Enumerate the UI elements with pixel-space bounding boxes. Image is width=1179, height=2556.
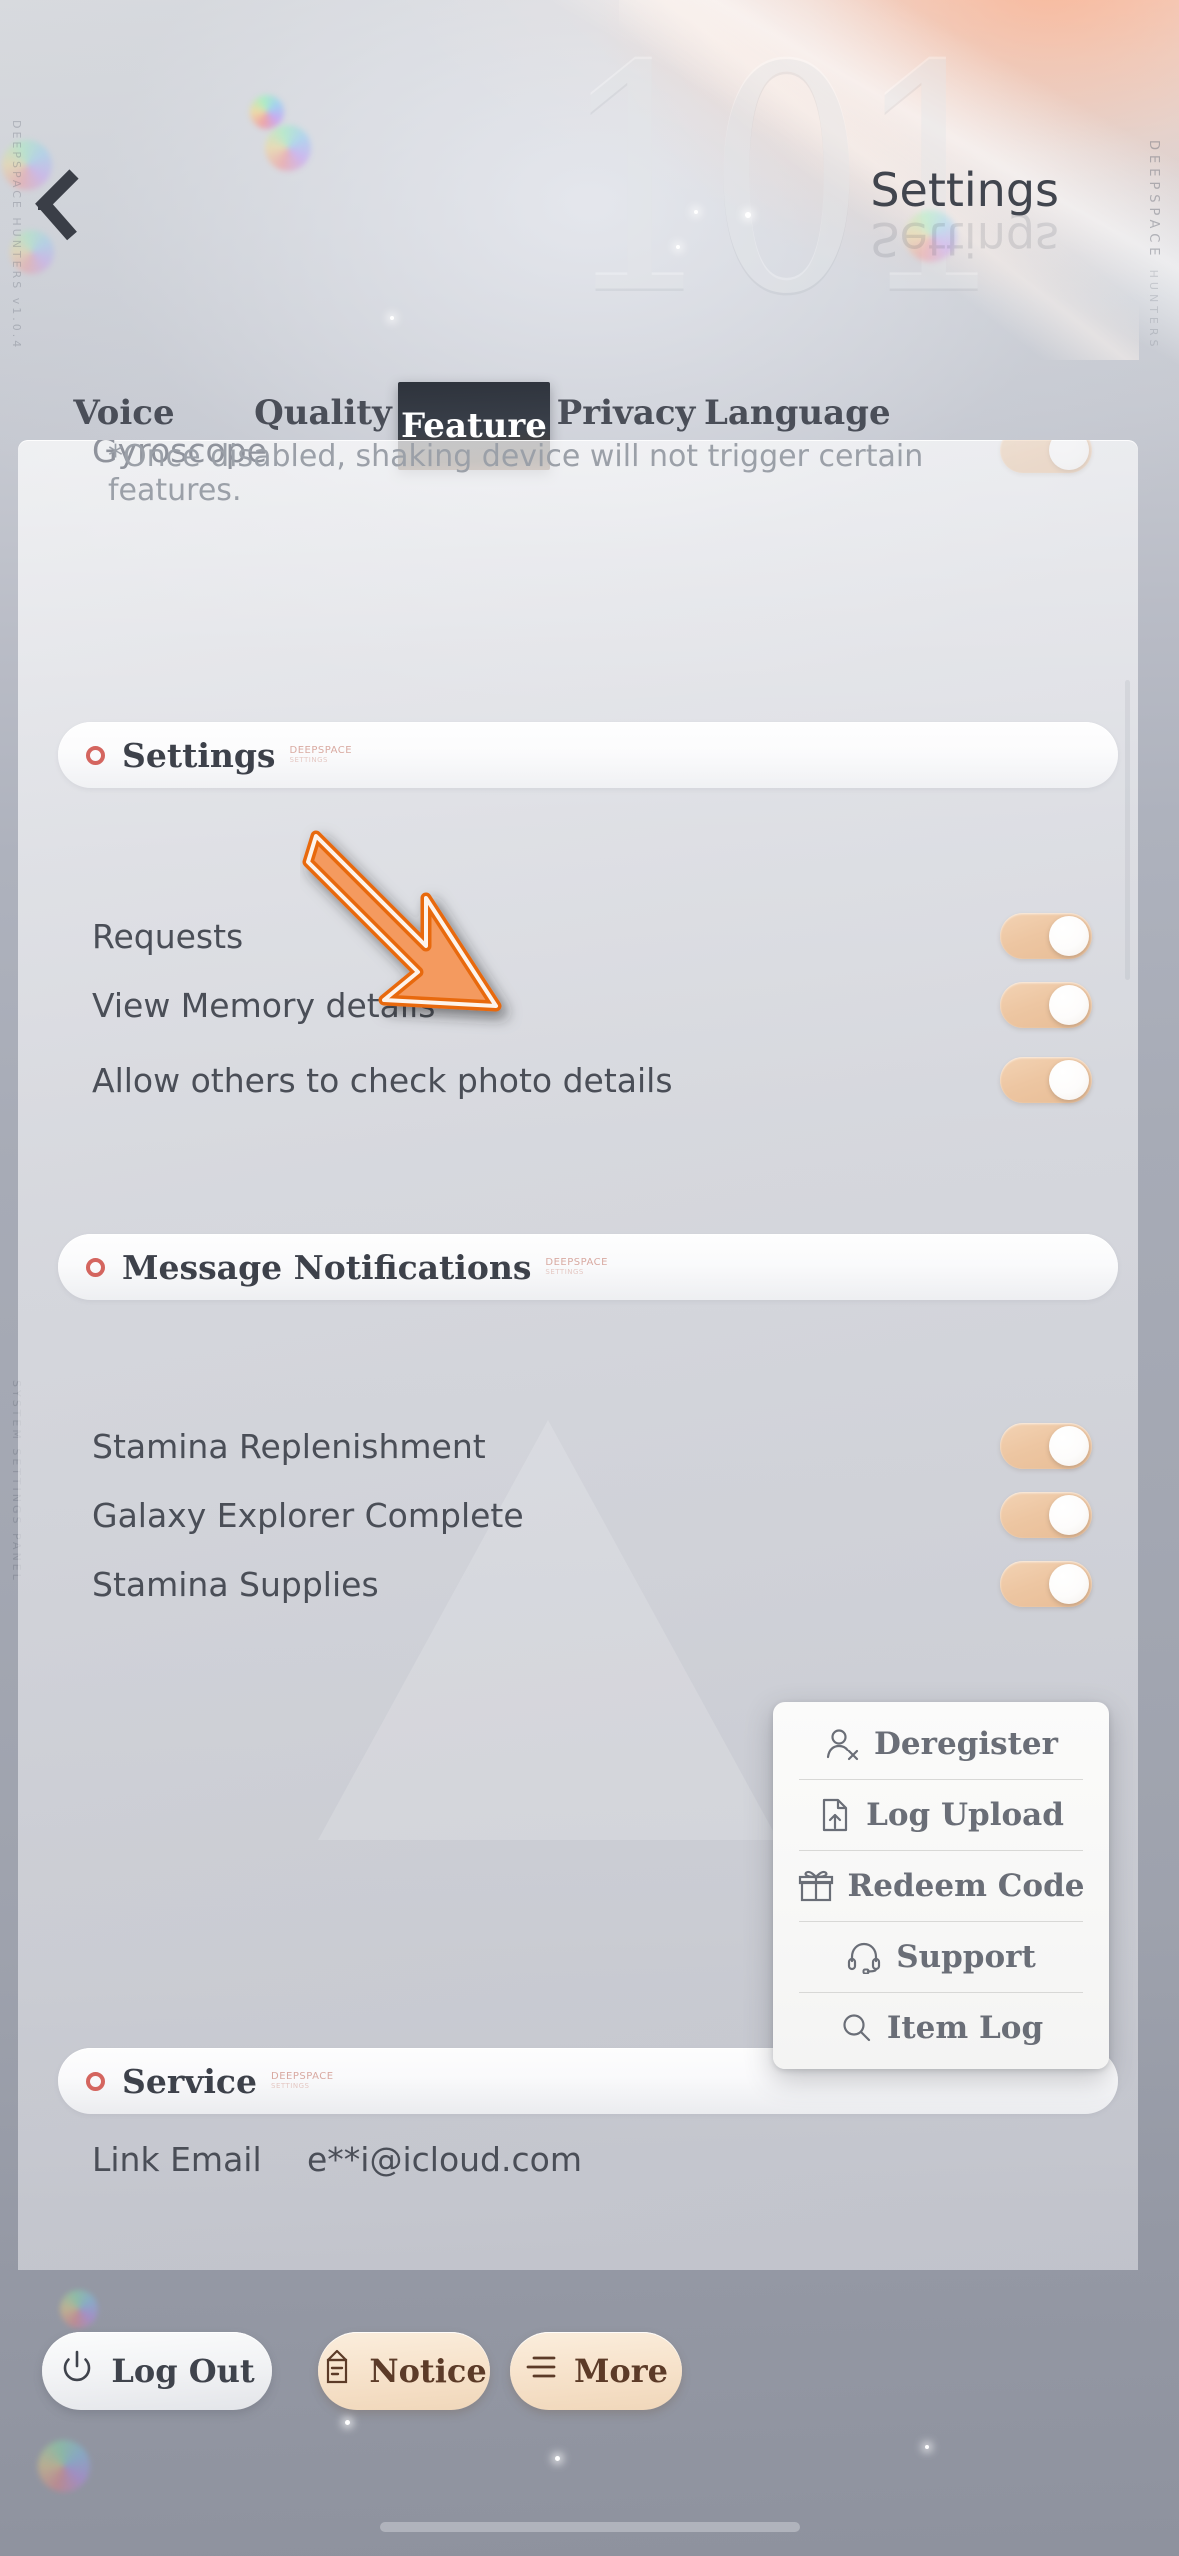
toggle-knob bbox=[1049, 1426, 1089, 1466]
lens-flare-dot bbox=[250, 95, 284, 129]
row-link-email[interactable]: Link Email e**i@icloud.com bbox=[92, 2129, 1092, 2189]
section-bullet-icon bbox=[86, 2071, 105, 2091]
page-title: Settings bbox=[870, 163, 1059, 217]
lens-flare-dot bbox=[265, 125, 311, 171]
sparkle bbox=[925, 2445, 929, 2449]
gyroscope-note: *Once disabled, shaking device will not … bbox=[108, 440, 924, 509]
headset-icon bbox=[846, 1940, 882, 1974]
more-label: More bbox=[574, 2352, 668, 2390]
section-title-service: Service bbox=[122, 2061, 258, 2101]
section-header-settings: Settings DEEPSPACE SETTINGS bbox=[58, 722, 1118, 788]
notice-label: Notice bbox=[369, 2352, 487, 2390]
sparkle bbox=[676, 245, 680, 249]
sparkle bbox=[745, 212, 751, 218]
document-upload-icon bbox=[818, 1797, 852, 1833]
section-title-settings: Settings bbox=[122, 735, 276, 775]
menu-item-redeem-code-label: Redeem Code bbox=[847, 1867, 1085, 1904]
row-allow-photo-details-label: Allow others to check photo details bbox=[92, 1060, 673, 1100]
row-allow-photo-details[interactable]: Allow others to check photo details bbox=[92, 1044, 1092, 1116]
toggle-view-memory-details[interactable] bbox=[1000, 982, 1092, 1028]
menu-item-support-label: Support bbox=[896, 1938, 1036, 1975]
row-view-memory-details-label: View Memory details bbox=[92, 985, 436, 1025]
page-title-reflection: Settings bbox=[870, 212, 1059, 266]
menu-item-redeem-code[interactable]: Redeem Code bbox=[773, 1850, 1109, 1921]
back-button[interactable] bbox=[22, 168, 92, 244]
row-requests-label: Requests bbox=[92, 916, 244, 956]
tab-voice[interactable]: Voice bbox=[0, 382, 248, 444]
log-out-button[interactable]: Log Out bbox=[42, 2332, 272, 2410]
log-out-label: Log Out bbox=[111, 2352, 255, 2390]
hamburger-icon bbox=[524, 2352, 558, 2390]
back-chevron-icon bbox=[35, 169, 79, 241]
menu-item-log-upload[interactable]: Log Upload bbox=[773, 1779, 1109, 1850]
sparkle bbox=[390, 316, 394, 320]
toggle-stamina-replenishment[interactable] bbox=[1000, 1423, 1092, 1469]
row-stamina-supplies[interactable]: Stamina Supplies bbox=[92, 1548, 1092, 1620]
menu-item-deregister[interactable]: Deregister bbox=[773, 1708, 1109, 1779]
power-icon bbox=[59, 2349, 95, 2393]
more-button[interactable]: More bbox=[510, 2332, 682, 2410]
row-spacer bbox=[92, 1210, 1092, 1282]
row-galaxy-explorer-complete[interactable]: Galaxy Explorer Complete bbox=[92, 1479, 1092, 1551]
lens-flare-dot bbox=[38, 2440, 90, 2492]
brand-subtitle: HUNTERS bbox=[1147, 269, 1160, 351]
section-bullet-icon bbox=[86, 745, 105, 765]
sparkle bbox=[345, 2420, 350, 2425]
menu-item-item-log[interactable]: Item Log bbox=[773, 1992, 1109, 2063]
warm-glow bbox=[599, 0, 1179, 300]
row-requests[interactable]: Requests bbox=[92, 900, 1092, 972]
toggle-galaxy-explorer-complete[interactable] bbox=[1000, 1492, 1092, 1538]
row-stamina-replenishment-label: Stamina Replenishment bbox=[92, 1426, 486, 1466]
menu-item-support[interactable]: Support bbox=[773, 1921, 1109, 1992]
row-galaxy-explorer-complete-label: Galaxy Explorer Complete bbox=[92, 1495, 524, 1535]
toggle-knob bbox=[1049, 985, 1089, 1025]
panel-scrollbar[interactable] bbox=[1125, 680, 1130, 980]
sparkle bbox=[694, 210, 698, 214]
lens-flare-dot bbox=[905, 210, 957, 262]
tab-privacy[interactable]: Privacy bbox=[550, 382, 702, 444]
row-view-memory-details[interactable]: View Memory details bbox=[92, 969, 1092, 1041]
section-decoration-text: DEEPSPACE SETTINGS bbox=[289, 746, 353, 764]
toggle-knob bbox=[1049, 1495, 1089, 1535]
toggle-knob bbox=[1049, 916, 1089, 956]
toggle-knob bbox=[1049, 1060, 1089, 1100]
link-email-label: Link Email bbox=[92, 2139, 262, 2179]
row-stamina-replenishment[interactable]: Stamina Replenishment bbox=[92, 1410, 1092, 1482]
person-remove-icon bbox=[824, 1726, 860, 1762]
toggle-stamina-supplies[interactable] bbox=[1000, 1561, 1092, 1607]
tab-language[interactable]: Language bbox=[702, 382, 902, 444]
section-decoration-text: DEEPSPACE SETTINGS bbox=[271, 2072, 334, 2090]
toggle-knob bbox=[1049, 440, 1089, 470]
brand-mark: DEEPSPACE HUNTERS bbox=[1146, 140, 1161, 351]
menu-item-log-upload-label: Log Upload bbox=[866, 1796, 1064, 1833]
app-background: 101 DEEPSPACE HUNTERS v1.0.4 SYSTEM SETT… bbox=[0, 0, 1179, 2556]
more-options-popup-menu: Deregister Log Upload Redeem Code Suppor… bbox=[773, 1702, 1109, 2069]
toggle-requests[interactable] bbox=[1000, 913, 1092, 959]
settings-tab-bar: Voice Quality Feature Privacy Language bbox=[0, 382, 1179, 470]
link-email-value: e**i@icloud.com bbox=[307, 2139, 582, 2179]
menu-item-item-log-label: Item Log bbox=[886, 2009, 1044, 2046]
lens-flare-dot bbox=[60, 2290, 98, 2328]
toggle-knob bbox=[1049, 1564, 1089, 1604]
gift-icon bbox=[798, 1869, 834, 1903]
notice-button[interactable]: Notice bbox=[318, 2332, 490, 2410]
brand-name: DEEPSPACE bbox=[1146, 140, 1161, 261]
toggle-allow-photo-details[interactable] bbox=[1000, 1057, 1092, 1103]
menu-item-deregister-label: Deregister bbox=[874, 1725, 1058, 1762]
scroll-icon bbox=[321, 2349, 353, 2393]
toggle-gyroscope[interactable] bbox=[1000, 440, 1092, 473]
sparkle bbox=[555, 2456, 560, 2461]
row-stamina-supplies-label: Stamina Supplies bbox=[92, 1564, 379, 1604]
home-indicator bbox=[379, 2522, 800, 2532]
tab-quality[interactable]: Quality bbox=[248, 382, 398, 444]
search-icon bbox=[839, 2011, 873, 2045]
